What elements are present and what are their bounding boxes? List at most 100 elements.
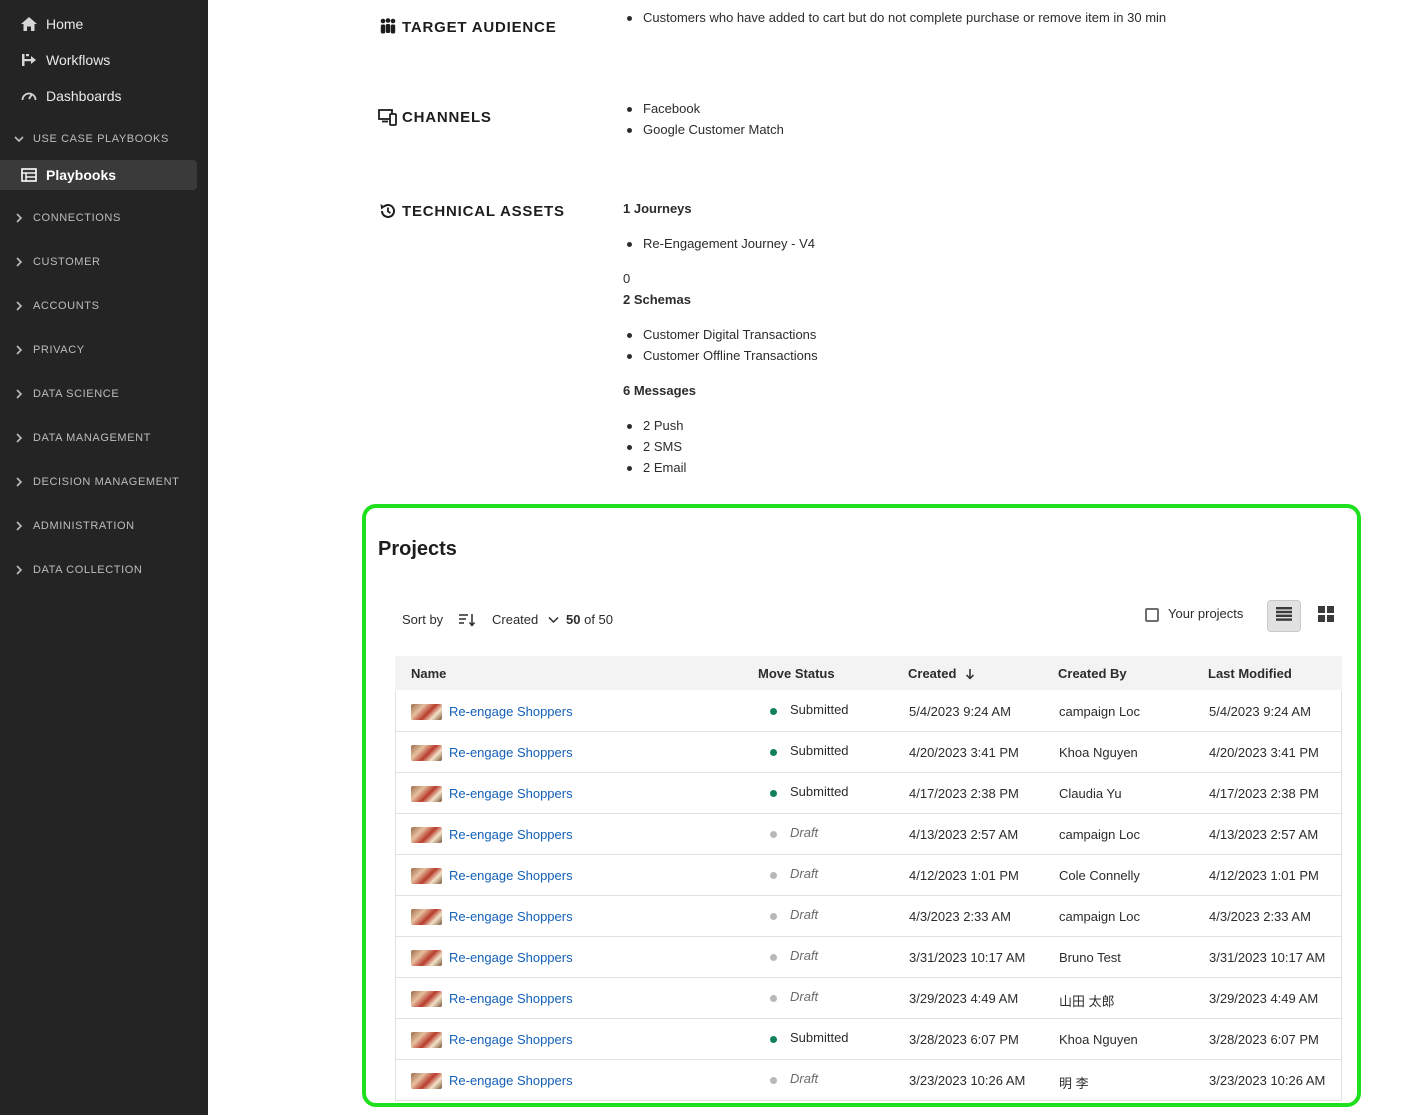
project-count-rest: of 50 — [584, 612, 614, 627]
project-name-link[interactable]: Re-engage Shoppers — [449, 1073, 573, 1088]
nav-home[interactable]: Home — [0, 9, 197, 39]
project-thumbnail — [411, 786, 442, 802]
project-name-link[interactable]: Re-engage Shoppers — [449, 827, 573, 842]
nav-workflows[interactable]: Workflows — [0, 45, 197, 75]
created-by: 山田 太郎 — [1059, 994, 1115, 1009]
column-header-created-by[interactable]: Created By — [1058, 666, 1127, 681]
sort-field-label: Created — [492, 612, 539, 627]
channels-heading-text: CHANNELS — [402, 108, 492, 126]
nav-section-label: PRIVACY — [33, 344, 85, 356]
created-by: Cole Connelly — [1059, 868, 1140, 883]
created-date: 4/20/2023 3:41 PM — [909, 745, 1019, 760]
last-modified: 4/20/2023 3:41 PM — [1209, 745, 1319, 760]
status-dot — [770, 790, 777, 797]
last-modified: 3/28/2023 6:07 PM — [1209, 1032, 1319, 1047]
status-dot — [770, 1036, 777, 1043]
table-row[interactable]: Re-engage Shoppers Draft 3/31/2023 10:17 A… — [395, 937, 1342, 978]
list-view-button[interactable] — [1267, 600, 1301, 632]
created-date: 5/4/2023 9:24 AM — [909, 704, 1011, 719]
audience-people-icon — [378, 17, 398, 37]
workflow-icon — [20, 51, 38, 69]
nav-section-data-collection[interactable]: DATA COLLECTION — [0, 558, 208, 582]
move-status: Draft — [790, 1071, 819, 1086]
devices-icon — [378, 107, 398, 127]
created-by: Bruno Test — [1059, 950, 1121, 965]
nav-dashboards[interactable]: Dashboards — [0, 81, 197, 111]
project-name-link[interactable]: Re-engage Shoppers — [449, 704, 573, 719]
column-header-name[interactable]: Name — [411, 666, 446, 681]
grid-view-button[interactable] — [1309, 600, 1343, 632]
messages-title: 6 Messages — [623, 383, 696, 398]
target-audience-item: Customers who have added to cart but do … — [626, 10, 1167, 25]
nav-section-accounts[interactable]: ACCOUNTS — [0, 294, 208, 318]
move-status: Submitted — [790, 1030, 849, 1045]
created-date: 3/28/2023 6:07 PM — [909, 1032, 1019, 1047]
last-modified: 5/4/2023 9:24 AM — [1209, 704, 1311, 719]
project-thumbnail — [411, 827, 442, 843]
created-by: 明 李 — [1059, 1076, 1089, 1091]
move-status: Draft — [790, 948, 819, 963]
nav-section-decision-management[interactable]: DECISION MANAGEMENT — [0, 470, 208, 494]
nav-playbooks[interactable]: Playbooks — [0, 160, 197, 190]
table-row[interactable]: Re-engage Shoppers Submitted 3/28/2023 6:0… — [395, 1019, 1342, 1060]
journey-item: Re-Engagement Journey - V4 — [627, 236, 815, 251]
nav-section-use-case-playbooks[interactable]: USE CASE PLAYBOOKS — [0, 127, 208, 151]
target-audience-heading: TARGET AUDIENCE — [378, 17, 557, 37]
nav-section-data-science[interactable]: DATA SCIENCE — [0, 382, 208, 406]
table-row[interactable]: Re-engage Shoppers Draft 4/12/2023 1:01 PM… — [395, 855, 1342, 896]
created-date: 3/23/2023 10:26 AM — [909, 1073, 1026, 1088]
table-row[interactable]: Re-engage Shoppers Submitted 4/20/2023 3:4… — [395, 732, 1342, 773]
move-status: Submitted — [790, 784, 849, 799]
table-row[interactable]: Re-engage Shoppers Draft 3/23/2023 10:26 A… — [395, 1060, 1342, 1101]
created-date: 4/3/2023 2:33 AM — [909, 909, 1011, 924]
nav-section-label: DATA COLLECTION — [33, 564, 143, 576]
created-date: 3/31/2023 10:17 AM — [909, 950, 1026, 965]
table-row[interactable]: Re-engage Shoppers Draft 3/29/2023 4:49 AM… — [395, 978, 1342, 1019]
column-header-last-modified[interactable]: Last Modified — [1208, 666, 1292, 681]
project-count: 50 of 50 — [566, 612, 613, 627]
project-name-link[interactable]: Re-engage Shoppers — [449, 786, 573, 801]
status-dot — [770, 1077, 777, 1084]
project-name-link[interactable]: Re-engage Shoppers — [449, 909, 573, 924]
nav-section-customer[interactable]: CUSTOMER — [0, 250, 208, 274]
nav-section-administration[interactable]: ADMINISTRATION — [0, 514, 208, 538]
message-item: 2 Email — [626, 460, 687, 475]
project-name-link[interactable]: Re-engage Shoppers — [449, 1032, 573, 1047]
nav-section-label: DECISION MANAGEMENT — [33, 476, 180, 488]
nav-section-connections[interactable]: CONNECTIONS — [0, 206, 208, 230]
nav-section-label: CUSTOMER — [33, 256, 101, 268]
chevron-down-icon — [548, 616, 559, 624]
schema-item: Customer Digital Transactions — [626, 327, 817, 342]
refresh-clock-icon — [378, 201, 398, 221]
project-name-link[interactable]: Re-engage Shoppers — [449, 868, 573, 883]
your-projects-checkbox[interactable] — [1145, 608, 1159, 622]
created-by: campaign Loc — [1059, 827, 1140, 842]
nav-section-data-management[interactable]: DATA MANAGEMENT — [0, 426, 208, 450]
chevron-right-icon — [12, 387, 26, 401]
status-dot — [770, 872, 777, 879]
sort-order-icon[interactable] — [458, 612, 476, 628]
table-row[interactable]: Re-engage Shoppers Draft 4/13/2023 2:57 AM… — [395, 814, 1342, 855]
column-header-created[interactable]: Created — [908, 666, 975, 681]
table-row[interactable]: Re-engage Shoppers Submitted 4/17/2023 2:3… — [395, 773, 1342, 814]
created-by: campaign Loc — [1059, 704, 1140, 719]
channels-heading: CHANNELS — [378, 107, 492, 127]
nav-section-label: CONNECTIONS — [33, 212, 121, 224]
project-name-link[interactable]: Re-engage Shoppers — [449, 950, 573, 965]
table-row[interactable]: Re-engage Shoppers Submitted 5/4/2023 9:24… — [395, 691, 1342, 732]
sort-field-dropdown[interactable]: Created — [492, 612, 559, 627]
zero-value: 0 — [623, 271, 631, 286]
chevron-right-icon — [12, 431, 26, 445]
table-row[interactable]: Re-engage Shoppers Draft 4/3/2023 2:33 AM c… — [395, 896, 1342, 937]
project-name-link[interactable]: Re-engage Shoppers — [449, 745, 573, 760]
chevron-right-icon — [12, 299, 26, 313]
left-sidebar: Home Workflows Dashboards USE CASE PLAYB… — [0, 0, 208, 1115]
message-item: 2 Push — [626, 418, 684, 433]
your-projects-label: Your projects — [1168, 606, 1244, 621]
dashboard-gauge-icon — [20, 87, 38, 105]
nav-workflows-label: Workflows — [46, 52, 111, 68]
nav-section-privacy[interactable]: PRIVACY — [0, 338, 208, 362]
project-name-link[interactable]: Re-engage Shoppers — [449, 991, 573, 1006]
chevron-right-icon — [12, 343, 26, 357]
column-header-move-status[interactable]: Move Status — [758, 666, 835, 681]
